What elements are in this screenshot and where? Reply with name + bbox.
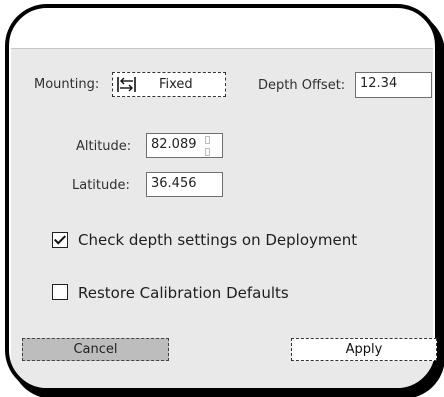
mount-arrows-icon (117, 77, 136, 92)
latitude-field[interactable]: 36.456 (146, 172, 223, 197)
depth-offset-label: Depth Offset: (258, 78, 346, 93)
altitude-field[interactable]: 82.089 (146, 133, 223, 158)
altitude-value: 82.089 (151, 137, 197, 152)
altitude-label: Altitude: (76, 139, 132, 154)
mounting-value: Fixed (159, 77, 193, 92)
depth-offset-field[interactable]: 12.34 (355, 72, 432, 98)
dialog-frame (5, 4, 439, 392)
apply-button[interactable]: Apply (291, 338, 437, 361)
mounting-selector[interactable]: Fixed (112, 72, 226, 97)
cancel-button[interactable]: Cancel (22, 338, 169, 361)
restore-defaults-checkbox[interactable] (52, 284, 68, 300)
settings-panel (11, 48, 433, 388)
latitude-label: Latitude: (72, 178, 130, 193)
restore-defaults-label: Restore Calibration Defaults (78, 284, 289, 302)
altitude-spinner[interactable] (205, 136, 210, 156)
mounting-label: Mounting: (34, 77, 100, 92)
check-depth-checkbox[interactable] (52, 232, 68, 248)
check-depth-label: Check depth settings on Deployment (78, 231, 358, 249)
